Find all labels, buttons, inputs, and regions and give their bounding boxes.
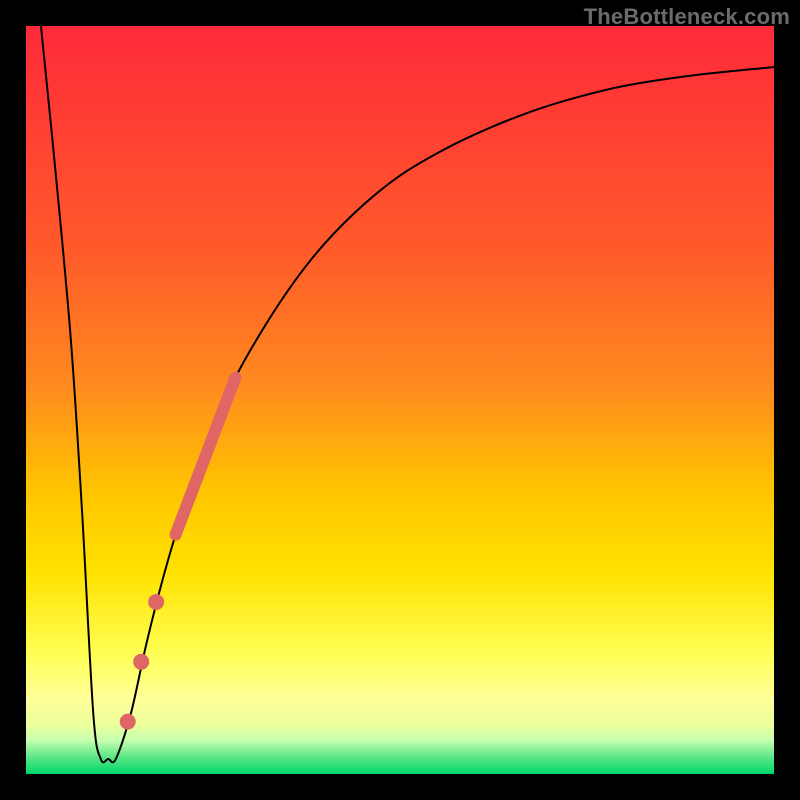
outer-frame: TheBottleneck.com [0, 0, 800, 800]
watermark-text: TheBottleneck.com [584, 4, 790, 30]
chart-canvas [26, 26, 774, 774]
dot-2 [133, 654, 149, 670]
plot-area [26, 26, 774, 774]
dot-1 [148, 594, 164, 610]
dot-3 [120, 714, 136, 730]
